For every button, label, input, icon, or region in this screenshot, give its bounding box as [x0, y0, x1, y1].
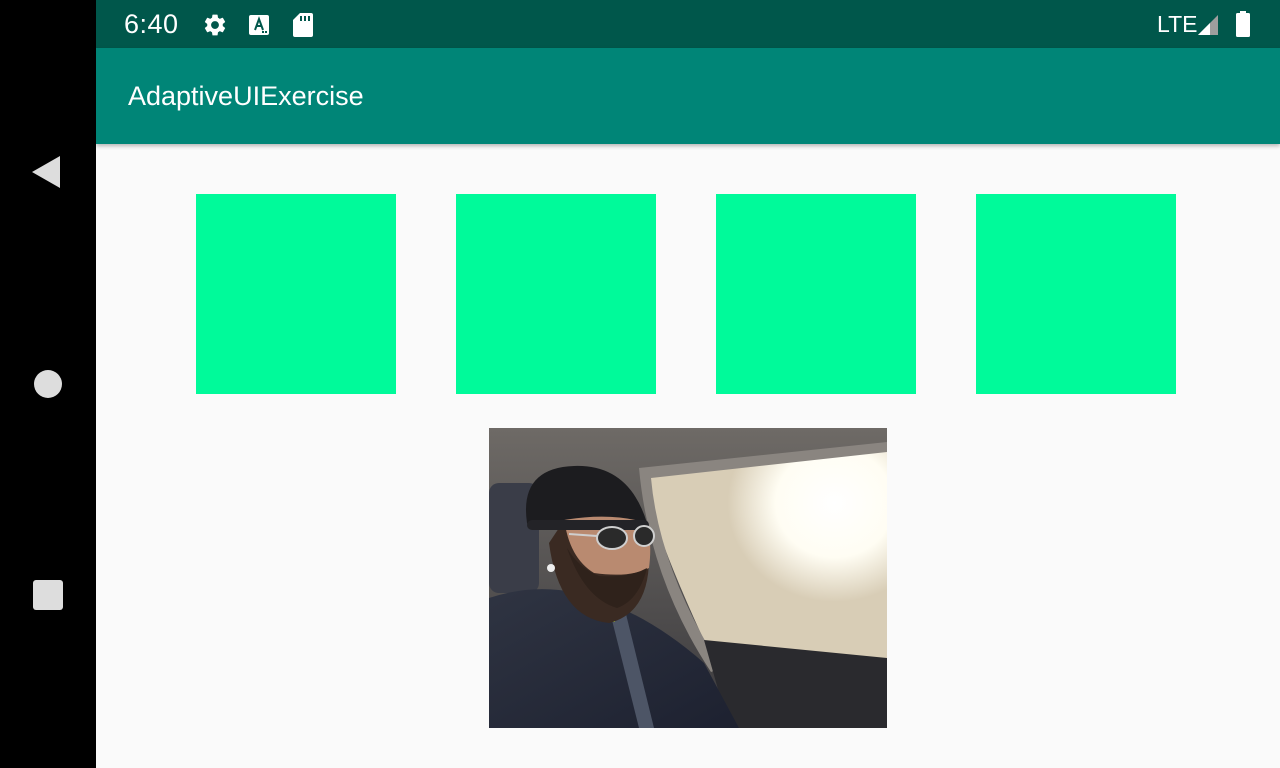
green-box — [456, 194, 656, 394]
network-type-label: LTE — [1157, 11, 1198, 37]
home-button[interactable] — [0, 336, 96, 432]
main-content — [96, 144, 1280, 768]
green-box — [976, 194, 1176, 394]
sd-card-icon — [290, 12, 316, 38]
font-download-icon — [246, 12, 272, 38]
back-icon — [32, 156, 60, 188]
green-box — [196, 194, 396, 394]
status-bar: 6:40 LTE — [96, 0, 1280, 48]
back-button[interactable] — [0, 124, 96, 220]
navigation-bar — [0, 0, 96, 768]
status-time: 6:40 — [124, 9, 179, 39]
person-in-car-photo — [489, 428, 887, 728]
app-bar: AdaptiveUIExercise — [96, 48, 1280, 144]
battery-icon — [1235, 11, 1251, 43]
home-icon — [34, 370, 62, 398]
app-title: AdaptiveUIExercise — [128, 81, 364, 111]
green-box — [716, 194, 916, 394]
settings-icon — [202, 12, 228, 38]
recents-icon — [33, 580, 63, 610]
recents-button[interactable] — [0, 547, 96, 643]
signal-icon — [1196, 12, 1220, 41]
